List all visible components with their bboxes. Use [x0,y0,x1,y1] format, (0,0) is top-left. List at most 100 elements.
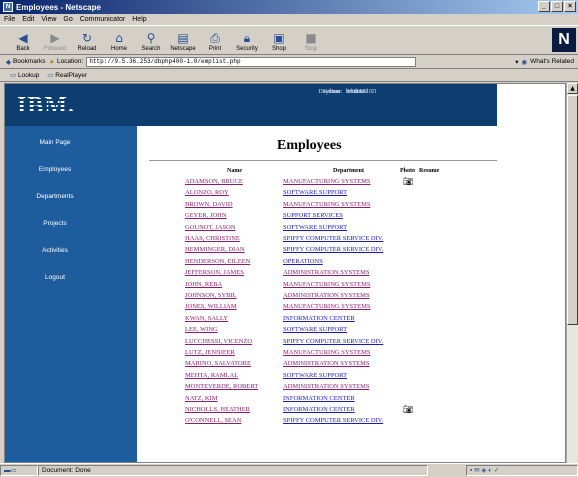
table-row: MEHTA, RAMLAL SOFTWARE SUPPORT [137,372,497,382]
table-row: JONES, WILLIAM MANUFACTURING SYSTEMS [137,303,497,313]
nav-logout[interactable]: Logout [5,274,105,281]
page-proxy-icon[interactable]: ▲ [49,58,55,65]
camera-icon[interactable]: 📷︎ [403,177,413,186]
url-input[interactable]: http://9.5.36.253/dbphp400-1.0/emplist.p… [86,56,417,67]
department-link[interactable]: ADMINISTRATION SYSTEMS [283,292,370,299]
forward-button[interactable]: ▶ Forward [40,26,70,54]
employee-name-link[interactable]: MONTEVERDE, ROBERT [185,383,258,390]
close-icon[interactable]: × [564,1,576,12]
employee-name-link[interactable]: GEYER, JOHN [185,212,227,219]
menu-help[interactable]: Help [132,16,146,23]
table-row: KWAN, SALLY INFORMATION CENTER [137,315,497,325]
department-link[interactable]: MANUFACTURING SYSTEMS [283,178,370,185]
department-link[interactable]: SOFTWARE SUPPORT [283,189,347,196]
employee-name-link[interactable]: LUTZ, JENNIFER [185,349,235,356]
employee-name-link[interactable]: JOHNSON, SYBIL [185,292,237,299]
table-row: O'CONNELL, SEAN SPIFFY COMPUTER SERVICE D… [137,417,497,427]
personal-link-realplayer[interactable]: ▭ RealPlayer [47,71,87,79]
scroll-thumb[interactable] [567,95,578,325]
employee-name-link[interactable]: ALONZO, ROY [185,189,229,196]
status-text: Document: Done [38,465,428,476]
department-link[interactable]: ADMINISTRATION SYSTEMS [283,383,370,390]
employee-name-link[interactable]: BROWN, DAVID [185,201,233,208]
employee-name-link[interactable]: HENDERSON, EILEEN [185,258,250,265]
department-link[interactable]: SPIFFY COMPUTER SERVICE DIV. [283,235,383,242]
table-row: HEMMINGER, DIAN SPIFFY COMPUTER SERVICE D… [137,246,497,256]
department-link[interactable]: INFORMATION CENTER [283,315,355,322]
home-icon: ⌂ [115,31,123,45]
department-link[interactable]: SOFTWARE SUPPORT [283,372,347,379]
nav-main-page[interactable]: Main Page [5,139,105,146]
department-link[interactable]: MANUFACTURING SYSTEMS [283,201,370,208]
related-icon: ◉ [521,58,528,66]
maximize-icon[interactable]: □ [551,1,563,12]
whats-related-button[interactable]: ▾ ◉ What's Related [515,58,574,66]
shop-button[interactable]: ▣ Shop [264,26,294,54]
print-icon: ⎙ [210,31,220,45]
employee-name-link[interactable]: GOUNOT, JASON [185,224,235,231]
nav-departments[interactable]: Departments [5,193,105,200]
department-link[interactable]: INFORMATION CENTER [283,395,355,402]
employee-name-link[interactable]: LEE, WING [185,326,218,333]
dropdown-arrow-icon[interactable]: ▾ [515,58,518,66]
realplayer-icon: ▭ [47,72,54,79]
department-link[interactable]: SPIFFY COMPUTER SERVICE DIV. [283,246,383,253]
department-link[interactable]: SOFTWARE SUPPORT [283,224,347,231]
component-bar-icons[interactable]: ▪ ✉ ◈ ◐ ✓ [466,465,578,476]
nav-projects[interactable]: Projects [5,220,105,227]
department-link[interactable]: SOFTWARE SUPPORT [283,326,347,333]
employee-name-link[interactable]: NATZ, KIM [185,395,218,402]
back-button[interactable]: ◀ Back [8,26,38,54]
home-button[interactable]: ⌂ Home [104,26,134,54]
menu-view[interactable]: View [41,16,56,23]
security-button[interactable]: 🔒︎ Security [232,26,262,54]
menu-edit[interactable]: Edit [22,16,34,23]
table-row: LUTZ, JENNIFER MANUFACTURING SYSTEMS [137,349,497,359]
nav-activities[interactable]: Activities [5,247,105,254]
status-bar: ▬▭ Document: Done ▪ ✉ ◈ ◐ ✓ [0,463,578,477]
window-title-bar[interactable]: N Employees - Netscape _ □ × [0,0,578,14]
employee-name-link[interactable]: HEMMINGER, DIAN [185,246,245,253]
personal-link-lookup[interactable]: ▭ Lookup [10,71,39,79]
employee-name-link[interactable]: MEHTA, RAMLAL [185,372,238,379]
employee-name-link[interactable]: JONES, WILLIAM [185,303,237,310]
camera-icon[interactable]: 📷︎ [403,405,413,414]
employee-name-link[interactable]: NICHOLLS, HEATHER [185,406,250,413]
stop-button[interactable]: ■ Stop [296,26,326,54]
employee-name-link[interactable]: JOHN, REBA [185,281,222,288]
department-link[interactable]: INFORMATION CENTER [283,406,355,413]
bookmarks-button[interactable]: ◆ Bookmarks [6,58,46,66]
menu-go[interactable]: Go [63,16,72,23]
nav-employees[interactable]: Employees [5,166,105,173]
employee-name-link[interactable]: LUCCHESSI, VICENZO [185,338,252,345]
department-link[interactable]: OPERATIONS [283,258,323,265]
reload-button[interactable]: ↻ Reload [72,26,102,54]
netscape-button[interactable]: ▤ Netscape [168,26,198,54]
menu-file[interactable]: File [4,16,15,23]
department-link[interactable]: ADMINISTRATION SYSTEMS [283,269,370,276]
employee-name-link[interactable]: MARINO, SALVATORE [185,360,251,367]
department-link[interactable]: ADMINISTRATION SYSTEMS [283,360,370,367]
employee-name-link[interactable]: ADAMSON, BRUCE [185,178,243,185]
department-link[interactable]: SUPPORT SERVICES [283,212,343,219]
employee-name-link[interactable]: JEFFERSON, JAMES [185,269,244,276]
department-link[interactable]: MANUFACTURING SYSTEMS [283,303,370,310]
employee-name-link[interactable]: KWAN, SALLY [185,315,228,322]
department-link[interactable]: MANUFACTURING SYSTEMS [283,281,370,288]
search-button[interactable]: ⚲ Search [136,26,166,54]
menu-communicator[interactable]: Communicator [80,16,126,23]
security-status-icon[interactable]: ▬▭ [0,465,38,476]
employee-name-link[interactable]: O'CONNELL, SEAN [185,417,241,424]
minimize-icon[interactable]: _ [538,1,550,12]
netscape-logo[interactable]: N [552,28,576,52]
header-resume: Resume [419,168,440,174]
department-link[interactable]: SPIFFY COMPUTER SERVICE DIV. [283,338,383,345]
department-link[interactable]: MANUFACTURING SYSTEMS [283,349,370,356]
scroll-up-icon[interactable]: ▲ [567,83,578,94]
reload-icon: ↻ [81,31,93,45]
vertical-scrollbar[interactable]: ▲ [566,83,578,463]
table-row: HENDERSON, EILEEN OPERATIONS [137,258,497,268]
department-link[interactable]: SPIFFY COMPUTER SERVICE DIV. [283,417,383,424]
employee-name-link[interactable]: HAAS, CHRISTINE [185,235,240,242]
print-button[interactable]: ⎙ Print [200,26,230,54]
